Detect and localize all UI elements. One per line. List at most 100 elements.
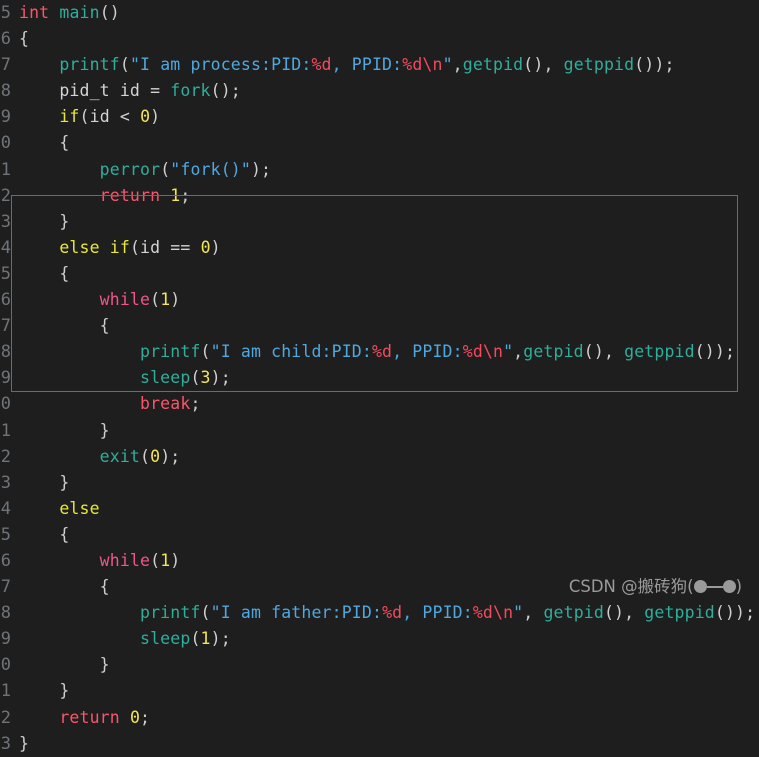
code-token: id — [89, 107, 120, 127]
line-number: 32 — [0, 707, 11, 728]
code-token: getpid — [462, 55, 524, 75]
code-text: } — [11, 652, 110, 678]
code-text: } — [11, 209, 69, 235]
code-line[interactable]: 33} — [0, 731, 759, 757]
code-token: id — [140, 237, 171, 257]
code-token: ); — [160, 446, 181, 466]
code-line[interactable]: 18 printf("I am child:PID:%d, PPID:%d\n"… — [0, 339, 759, 365]
code-text: } — [11, 470, 69, 496]
code-line[interactable]: 25 { — [0, 522, 759, 548]
code-line[interactable]: 29 sleep(1); — [0, 626, 759, 652]
code-line[interactable]: 7 printf("I am process:PID:%d, PPID:%d\n… — [0, 52, 759, 78]
code-line[interactable]: 10 { — [0, 130, 759, 156]
code-line[interactable]: 20 break; — [0, 391, 759, 417]
code-line[interactable]: 23 } — [0, 470, 759, 496]
code-token: sleep — [140, 629, 191, 649]
code-line[interactable]: 13 } — [0, 209, 759, 235]
code-text: } — [11, 731, 29, 757]
line-number: 12 — [0, 185, 11, 206]
code-line[interactable]: 24 else — [0, 496, 759, 522]
watermark-author: 搬砖狗 — [637, 577, 688, 596]
code-line[interactable]: 11 perror("fork()"); — [0, 157, 759, 183]
code-line[interactable]: 12 return 1; — [0, 183, 759, 209]
code-token: getpid — [523, 342, 584, 362]
line-number: 13 — [0, 211, 11, 232]
code-line[interactable]: 17 { — [0, 313, 759, 339]
code-line[interactable]: 15 { — [0, 261, 759, 287]
code-token: ( — [150, 550, 161, 570]
code-token: ); — [210, 629, 231, 649]
code-text: while(1) — [11, 548, 181, 574]
code-token: "I am process:PID: — [129, 55, 312, 75]
line-number: 24 — [0, 498, 11, 519]
code-token: ; — [190, 394, 201, 414]
code-token: (), — [523, 55, 564, 75]
watermark-mouth-icon — [706, 586, 723, 588]
line-number: 8 — [0, 81, 11, 102]
watermark-eye-left-icon — [693, 580, 707, 593]
code-token: { — [19, 29, 30, 49]
code-line[interactable]: 21 } — [0, 418, 759, 444]
code-text: int main() — [11, 0, 120, 26]
code-token: \n — [493, 603, 514, 623]
code-line[interactable]: 19 sleep(3); — [0, 365, 759, 391]
line-number: 19 — [0, 368, 11, 389]
code-line[interactable]: 31 } — [0, 678, 759, 704]
code-token: ( — [200, 603, 211, 623]
code-token: } — [19, 472, 70, 492]
code-token: sleep — [140, 368, 191, 388]
code-token: while — [99, 290, 151, 310]
code-token: \n — [482, 342, 504, 362]
watermark-prefix: CSDN @ — [568, 577, 638, 596]
code-token: 0 — [140, 107, 151, 127]
code-token: { — [19, 577, 110, 597]
code-token: ()); — [694, 342, 736, 362]
code-line[interactable]: 5 int main() — [0, 0, 759, 26]
line-number: 20 — [0, 394, 11, 415]
code-token: return — [59, 707, 120, 727]
code-text: else if(id == 0) — [11, 235, 221, 261]
code-line[interactable]: 9 if(id < 0) — [0, 104, 759, 130]
code-line[interactable]: 30 } — [0, 652, 759, 678]
code-token: ) — [170, 550, 181, 570]
code-line[interactable]: 32 return 0; — [0, 705, 759, 731]
code-line[interactable]: 16 while(1) — [0, 287, 759, 313]
code-token: ) — [170, 290, 181, 310]
csdn-watermark: CSDN @搬砖狗() — [548, 554, 742, 616]
code-token: \n — [422, 55, 443, 75]
line-number: 5 — [0, 3, 11, 23]
code-text: break; — [11, 391, 201, 417]
code-text: exit(0); — [11, 444, 181, 470]
code-line[interactable]: 6{ — [0, 26, 759, 52]
code-text: { — [11, 26, 29, 52]
code-token: , — [452, 55, 463, 75]
code-token: = — [150, 81, 161, 101]
line-number: 18 — [0, 342, 11, 363]
code-token: { — [19, 133, 70, 153]
line-number: 28 — [0, 603, 11, 624]
code-line[interactable]: 8 pid_t id = fork(); — [0, 78, 759, 104]
line-number: 11 — [0, 159, 11, 180]
code-token: %d — [311, 55, 332, 75]
code-token: } — [19, 420, 110, 440]
code-token: } — [19, 211, 70, 231]
code-line[interactable]: 22 exit(0); — [0, 444, 759, 470]
code-text: { — [11, 130, 69, 156]
line-number: 23 — [0, 472, 11, 493]
code-text: sleep(1); — [11, 626, 231, 652]
code-line[interactable]: 14 else if(id == 0) — [0, 235, 759, 261]
code-token: 0 — [129, 707, 141, 727]
code-lines-container[interactable]: 5 int main() 6{7 printf("I am process:PID:… — [0, 0, 759, 754]
line-number: 6 — [0, 29, 11, 50]
code-editor[interactable]: 5 int main() 6{7 printf("I am process:PID:… — [0, 0, 759, 754]
